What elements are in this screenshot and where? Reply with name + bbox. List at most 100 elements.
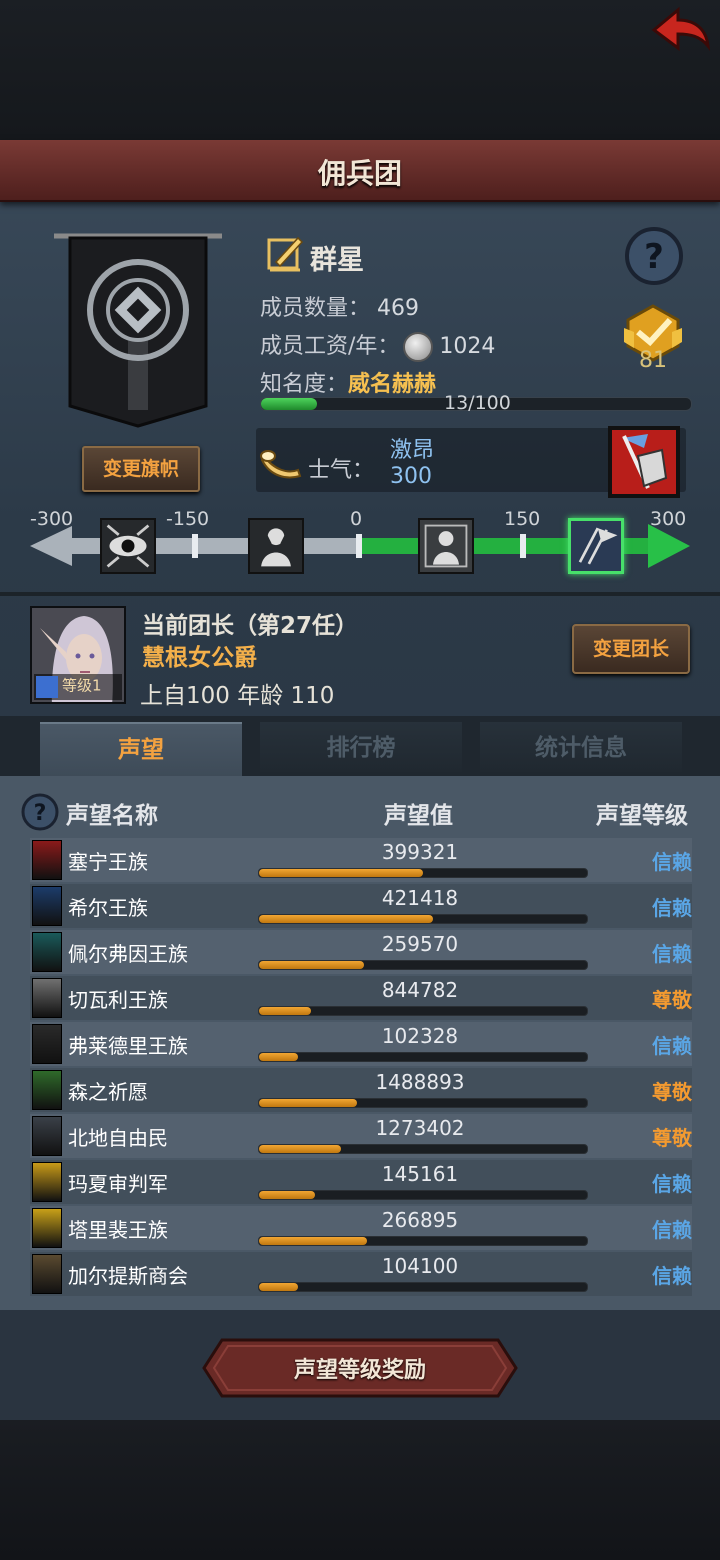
leader-level-badge: 等级1 [34, 674, 122, 700]
faction-name: 佩尔弗因王族 [68, 942, 188, 966]
salary-label: 成员工资/年： [260, 334, 400, 359]
svg-text:?: ? [34, 801, 47, 826]
change-flag-button[interactable]: 变更旗帜 [82, 446, 200, 492]
reputation-bar-fill [259, 1053, 299, 1061]
morale-label: 士气： [308, 458, 375, 483]
top-background [0, 0, 720, 140]
faction-name: 森之祈愿 [68, 1080, 148, 1104]
faction-crest-icon [32, 886, 62, 926]
reputation-bar-fill [259, 1191, 315, 1199]
scale-tick-300: 300 [650, 508, 687, 530]
table-help-icon[interactable]: ? [20, 792, 60, 832]
reputation-level: 信赖 [652, 1264, 692, 1288]
battle-flag-icon[interactable] [608, 426, 680, 498]
fame-row: 知名度：威名赫赫 [260, 366, 436, 398]
tab-ranking[interactable]: 排行榜 [260, 722, 462, 772]
page-title: 佣兵团 [317, 157, 402, 190]
reputation-level: 信赖 [652, 1218, 692, 1242]
faction-name: 塔里裴王族 [68, 1218, 168, 1242]
reputation-level: 信赖 [652, 896, 692, 920]
faction-name: 加尔提斯商会 [68, 1264, 188, 1288]
morale-tier-despair-icon[interactable] [248, 518, 304, 574]
reputation-bar [258, 914, 588, 924]
fame-value: 威名赫赫 [348, 372, 437, 397]
faction-name: 切瓦利王族 [68, 988, 168, 1012]
faction-crest-icon [32, 840, 62, 880]
scale-tick-minus150: -150 [166, 508, 210, 530]
salary-value: 1024 [439, 334, 496, 359]
morale-value: 300 [390, 464, 432, 489]
fame-label: 知名度： [260, 372, 349, 397]
war-horn-icon [260, 450, 302, 479]
reputation-bar [258, 960, 588, 970]
faction-crest-icon [32, 932, 62, 972]
fame-progress-text: 13/100 [444, 392, 511, 414]
member-count-value: 469 [377, 296, 420, 321]
reputation-bar [258, 1052, 588, 1062]
reputation-level: 信赖 [652, 1034, 692, 1058]
tab-reputation[interactable]: 声望 [40, 722, 242, 780]
reputation-bar [258, 1282, 588, 1292]
reputation-level: 信赖 [652, 1172, 692, 1196]
leader-title: 当前团长（第27任） [142, 613, 359, 639]
reputation-bar-fill [259, 915, 433, 923]
change-leader-button[interactable]: 变更团长 [572, 624, 690, 674]
reputation-value: 145161 [381, 1162, 459, 1186]
reputation-value: 1273402 [375, 1116, 465, 1140]
faction-crest-icon [32, 1254, 62, 1294]
reputation-value: 266895 [381, 1208, 459, 1232]
reputation-level: 信赖 [652, 942, 692, 966]
reputation-bar [258, 1098, 588, 1108]
back-arrow-icon[interactable] [648, 4, 712, 56]
leader-name: 慧根女公爵 [142, 645, 257, 671]
medal-count: 81 [639, 348, 667, 373]
faction-name: 玛夏审判军 [68, 1172, 168, 1196]
sword-icon [36, 676, 58, 698]
reputation-bar-fill [259, 869, 423, 877]
reputation-value: 1488893 [375, 1070, 465, 1094]
guild-name: 群星 [310, 245, 364, 276]
reputation-level: 尊敬 [652, 1126, 692, 1150]
reputation-value: 421418 [381, 886, 459, 910]
faction-name: 希尔王族 [68, 896, 148, 920]
reputation-bar-fill [259, 1007, 312, 1015]
reputation-level: 尊敬 [652, 988, 692, 1012]
scale-tick-zero: 0 [350, 508, 363, 530]
reputation-bar [258, 1144, 588, 1154]
fame-progress-fill [261, 398, 317, 410]
bottom-background [0, 1420, 720, 1560]
leader-stats: 上自100 年龄 110 [140, 683, 335, 709]
reputation-bar-fill [259, 1237, 368, 1245]
faction-name: 塞宁王族 [68, 850, 148, 874]
morale-tier-calm-icon[interactable] [418, 518, 474, 574]
reputation-bar-fill [259, 1099, 358, 1107]
reputation-bar [258, 1006, 588, 1016]
edit-pen-icon[interactable] [266, 234, 304, 272]
reputation-value: 104100 [381, 1254, 459, 1278]
silver-coin-icon [403, 332, 434, 362]
morale-tier-inspired-icon[interactable] [568, 518, 624, 574]
faction-crest-icon [32, 1208, 62, 1248]
reputation-bar [258, 868, 588, 878]
reputation-bar [258, 1236, 588, 1246]
guild-banner-icon [54, 233, 222, 428]
scale-tick-150: 150 [504, 508, 541, 530]
tab-statistics[interactable]: 统计信息 [480, 722, 682, 772]
reputation-level: 信赖 [652, 850, 692, 874]
faction-crest-icon [32, 1162, 62, 1202]
reputation-value: 844782 [381, 978, 459, 1002]
leader-level: 等级1 [62, 676, 102, 695]
section-divider [0, 592, 720, 596]
reputation-value: 102328 [381, 1024, 459, 1048]
morale-tier-eye-icon[interactable] [100, 518, 156, 574]
reputation-level: 尊敬 [652, 1080, 692, 1104]
reputation-reward-label[interactable]: 声望等级奖励 [202, 1352, 518, 1384]
reputation-bar-fill [259, 961, 364, 969]
reputation-bar-fill [259, 1283, 299, 1291]
help-question-icon[interactable]: ? [624, 226, 684, 286]
reputation-bar [258, 1190, 588, 1200]
faction-crest-icon [32, 978, 62, 1018]
faction-crest-icon [32, 1024, 62, 1064]
svg-text:?: ? [644, 237, 664, 277]
faction-crest-icon [32, 1116, 62, 1156]
